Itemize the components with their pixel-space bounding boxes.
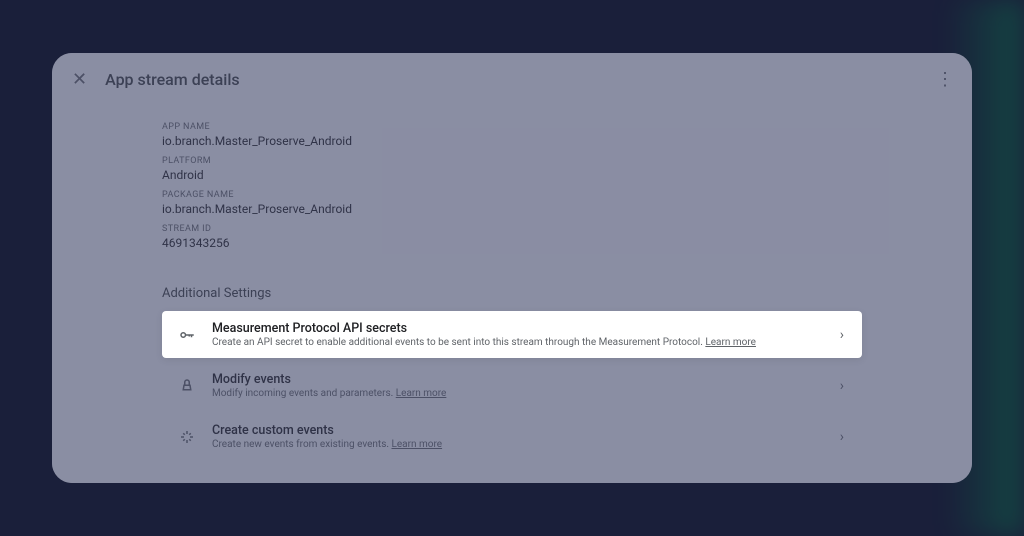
learn-more-link[interactable]: Learn more [705,337,756,348]
app-stream-panel: ✕ App stream details ⋮ APP NAME io.branc… [52,53,972,483]
app-name-label: APP NAME [162,122,862,132]
row-create-custom-events[interactable]: Create custom events Create new events f… [162,413,862,460]
chevron-right-icon: › [836,378,848,394]
package-name-label: PACKAGE NAME [162,190,862,200]
more-options-icon[interactable]: ⋮ [936,69,954,90]
panel-header: ✕ App stream details ⋮ [52,53,972,106]
chevron-right-icon: › [836,429,848,445]
learn-more-link[interactable]: Learn more [396,388,447,399]
row-title: Measurement Protocol API secrets [212,321,836,336]
row-text: Modify events Modify incoming events and… [212,372,836,399]
row-subtitle: Modify incoming events and parameters. L… [212,388,836,399]
app-name-value: io.branch.Master_Proserve_Android [162,134,862,148]
stream-id-value: 4691343256 [162,236,862,250]
row-measurement-protocol[interactable]: Measurement Protocol API secrets Create … [162,311,862,358]
key-icon [176,326,198,344]
additional-settings-title: Additional Settings [162,286,862,301]
page-title: App stream details [105,70,240,89]
chevron-right-icon: › [836,327,848,343]
row-title: Create custom events [212,423,836,438]
learn-more-link[interactable]: Learn more [391,439,442,450]
row-subtitle: Create new events from existing events. … [212,439,836,450]
row-text: Create custom events Create new events f… [212,423,836,450]
stream-details-card: APP NAME io.branch.Master_Proserve_Andro… [162,106,862,264]
row-subtitle: Create an API secret to enable additiona… [212,337,836,348]
close-icon[interactable]: ✕ [72,69,87,90]
sparkle-icon [176,428,198,446]
panel-content: APP NAME io.branch.Master_Proserve_Andro… [52,106,972,460]
stream-id-label: STREAM ID [162,224,862,234]
touch-icon [176,377,198,395]
platform-label: PLATFORM [162,156,862,166]
row-modify-events[interactable]: Modify events Modify incoming events and… [162,362,862,409]
package-name-value: io.branch.Master_Proserve_Android [162,202,862,216]
row-title: Modify events [212,372,836,387]
platform-value: Android [162,168,862,182]
row-text: Measurement Protocol API secrets Create … [212,321,836,348]
